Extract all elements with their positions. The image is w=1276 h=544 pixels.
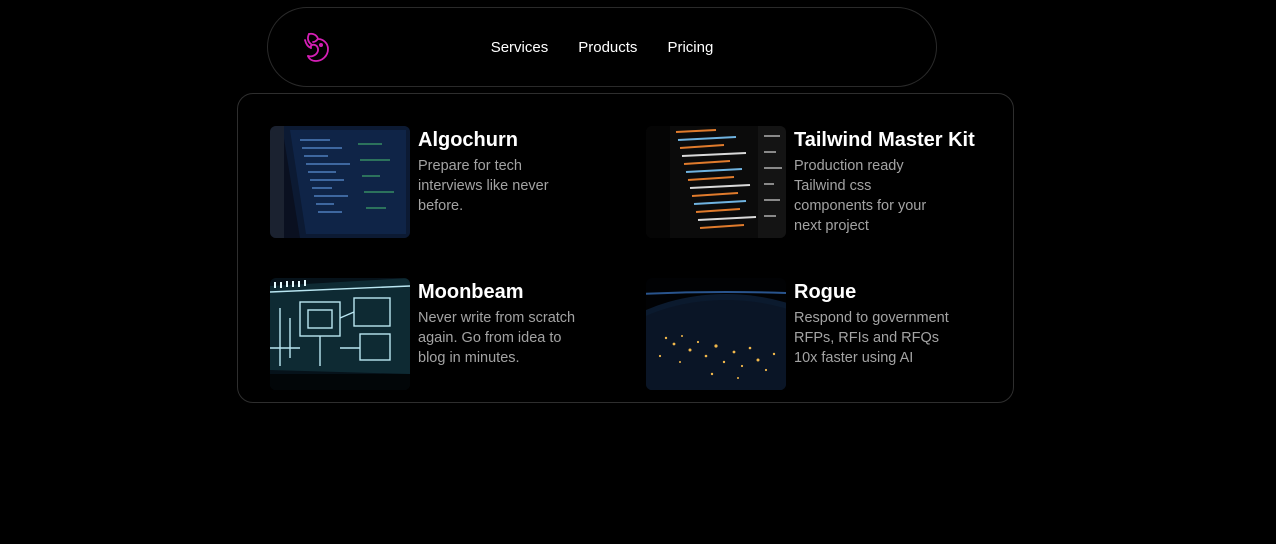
product-card-algochurn[interactable]: Algochurn Prepare for tech interviews li… [270, 126, 630, 246]
product-card-moonbeam[interactable]: Moonbeam Never write from scratch again.… [270, 278, 630, 398]
products-dropdown: Algochurn Prepare for tech interviews li… [237, 93, 1014, 403]
card-text: Algochurn Prepare for tech interviews li… [418, 126, 628, 216]
card-description: Respond to government RFPs, RFIs and RFQ… [794, 310, 949, 366]
card-text: Rogue Respond to government RFPs, RFIs a… [794, 278, 1004, 368]
page: Services Products Pricing Algochurn Prep… [0, 0, 1276, 544]
product-card-tailwind-master-kit[interactable]: Tailwind Master Kit Production ready Tai… [646, 126, 1006, 246]
circuit-board-image [270, 278, 410, 390]
card-description: Production ready Tailwind css components… [794, 158, 927, 234]
card-description: Prepare for tech interviews like never b… [418, 158, 549, 214]
card-description: Never write from scratch again. Go from … [418, 310, 576, 366]
nav-links: Services Products Pricing [268, 8, 936, 86]
nav-link-pricing[interactable]: Pricing [667, 39, 713, 56]
card-text: Tailwind Master Kit Production ready Tai… [794, 126, 1004, 236]
nav-link-products[interactable]: Products [578, 39, 637, 56]
card-title: Tailwind Master Kit [794, 129, 975, 151]
nav-link-services[interactable]: Services [491, 39, 549, 56]
earth-night-lights-image [646, 278, 786, 390]
card-title: Moonbeam [418, 281, 524, 303]
card-title: Algochurn [418, 129, 518, 151]
orange-code-screen-image [646, 126, 786, 238]
product-card-rogue[interactable]: Rogue Respond to government RFPs, RFIs a… [646, 278, 1006, 398]
code-editor-screen-image [270, 126, 410, 238]
card-text: Moonbeam Never write from scratch again.… [418, 278, 628, 368]
navbar: Services Products Pricing [267, 7, 937, 87]
card-title: Rogue [794, 281, 857, 303]
